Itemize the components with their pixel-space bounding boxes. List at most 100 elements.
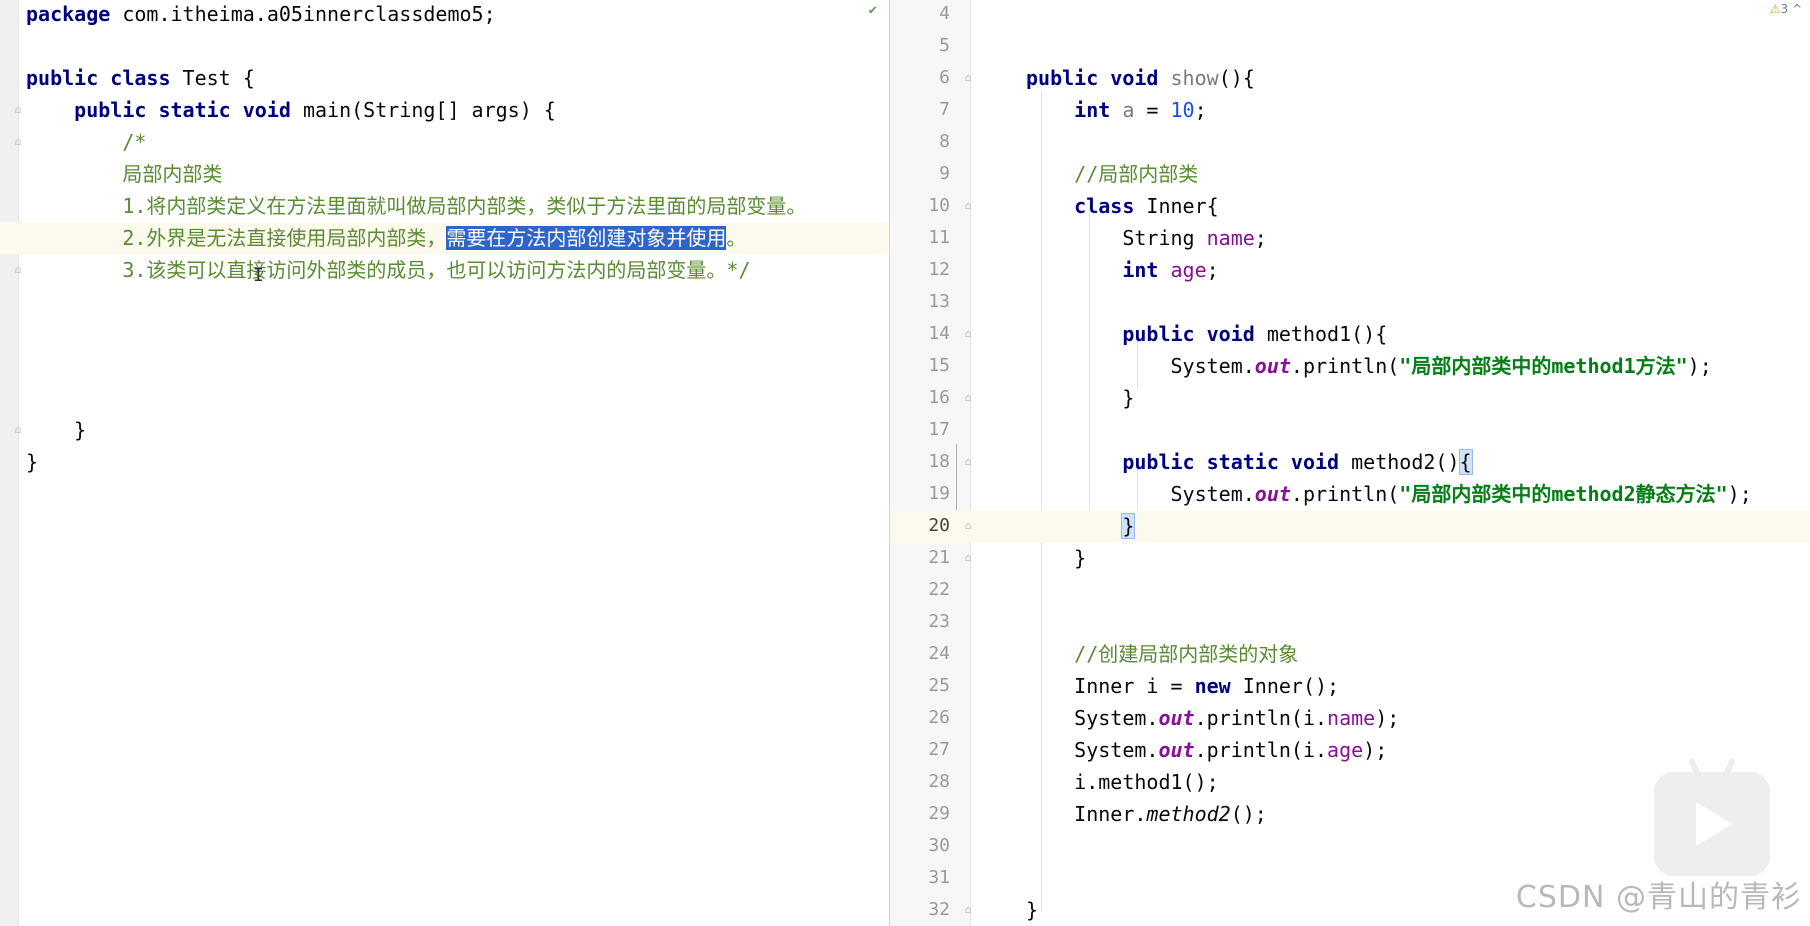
code-token: method2 [1146, 802, 1231, 826]
code-line[interactable]: 24 //创建局部内部类的对象 [890, 638, 1810, 670]
code-line[interactable]: } ⌂ [0, 414, 889, 446]
code-line[interactable]: 12 int age; [890, 254, 1810, 286]
code-token: public [1026, 66, 1099, 90]
line-number: 17 [928, 419, 950, 440]
code-token: Inner{ [1134, 194, 1219, 218]
code-line[interactable]: 10 ⌂ class Inner{ [890, 190, 1810, 222]
line-number: 5 [939, 35, 950, 56]
code-line[interactable] [0, 382, 889, 414]
code-line[interactable]: 19 System.out.println("局部内部类中的method2静态方… [890, 478, 1810, 510]
code-line[interactable]: package com.itheima.a05innerclassdemo5; [0, 0, 889, 30]
line-number: 28 [928, 771, 950, 792]
code-token: String [1026, 226, 1207, 250]
code-token: */ [726, 258, 751, 282]
code-line[interactable]: } [0, 446, 889, 478]
code-text: } [1026, 542, 1086, 574]
code-line[interactable]: 1.将内部类定义在方法里面就叫做局部内部类，类似于方法里面的局部变量。 [0, 190, 889, 222]
warning-icon: ⚠ [1769, 2, 1781, 16]
code-line[interactable]: 7 int a = 10; [890, 94, 1810, 126]
code-line[interactable]: 2.外界是无法直接使用局部内部类，需要在方法内部创建对象并使用。 [0, 222, 889, 254]
code-line[interactable]: 局部内部类 [0, 158, 889, 190]
code-token: } [26, 450, 39, 474]
line-number: 25 [928, 675, 950, 696]
code-text: public void method1(){ [1026, 318, 1387, 350]
code-line[interactable]: 4 [890, 0, 1810, 30]
code-line[interactable]: 8 [890, 126, 1810, 158]
fold-marker-icon[interactable]: ⌂ [962, 318, 974, 350]
code-line[interactable]: 27 System.out.println(i.age); [890, 734, 1810, 766]
fold-marker-icon[interactable]: ⌂ [12, 264, 24, 276]
code-token: /* [122, 130, 147, 154]
code-token: Inner(); [1230, 674, 1340, 698]
code-text: package com.itheima.a05innerclassdemo5; [26, 0, 496, 30]
code-token: System. [1026, 706, 1159, 730]
code-line[interactable]: public class Test { [0, 62, 889, 94]
line-number: 4 [939, 3, 950, 24]
code-token: out [1254, 354, 1291, 378]
code-line[interactable]: 16 ⌂ } [890, 382, 1810, 414]
code-token: 。 [726, 226, 747, 250]
code-token: static [158, 98, 231, 122]
fold-marker-icon[interactable]: ⌂ [962, 510, 974, 542]
code-token: // [1074, 162, 1099, 186]
code-token: name [1327, 706, 1376, 730]
code-line[interactable] [0, 318, 889, 350]
fold-marker-icon[interactable]: ⌂ [962, 382, 974, 414]
play-button[interactable] [1652, 757, 1772, 878]
line-number: 14 [928, 323, 950, 344]
chevron-up-icon[interactable]: ^ [1792, 2, 1802, 16]
code-token: new [1194, 674, 1231, 698]
code-line[interactable] [0, 286, 889, 318]
line-number: 10 [928, 195, 950, 216]
code-token: package [26, 2, 111, 26]
check-icon: ✔ [868, 2, 877, 18]
code-line[interactable]: 26 System.out.println(i.name); [890, 702, 1810, 734]
code-line[interactable]: 15 System.out.println("局部内部类中的method1方法"… [890, 350, 1810, 382]
code-line[interactable]: 18 ⌂ public static void method2(){ [890, 446, 1810, 478]
line-number: 11 [928, 227, 950, 248]
code-token: 2. [122, 226, 147, 250]
code-line[interactable]: /* ⌂ [0, 126, 889, 158]
code-text: class Inner{ [1026, 190, 1219, 222]
code-line[interactable]: 11 String name; [890, 222, 1810, 254]
code-line[interactable]: 25 Inner i = new Inner(); [890, 670, 1810, 702]
code-line[interactable] [0, 350, 889, 382]
fold-marker-icon[interactable]: ⌂ [12, 424, 24, 436]
code-line[interactable]: 9 //局部内部类 [890, 158, 1810, 190]
fold-marker-icon[interactable]: ⌂ [962, 446, 974, 478]
fold-marker-icon[interactable]: ⌂ [12, 104, 24, 116]
code-text: public static void main(String[] args) { [26, 94, 556, 126]
code-line[interactable]: 20 ⌂ } [890, 510, 1810, 542]
code-token: 局部内部类 [122, 162, 223, 186]
line-number: 7 [939, 99, 950, 120]
left-editor-pane[interactable]: package com.itheima.a05innerclassdemo5; p… [0, 0, 890, 926]
code-line[interactable]: 5 [890, 30, 1810, 62]
fold-marker-icon[interactable]: ⌂ [962, 62, 974, 94]
code-text: System.out.println(i.age); [1026, 734, 1387, 766]
code-line[interactable]: 3.该类可以直接访问外部类的成员，也可以访问方法内的局部变量。*/⌂ [0, 254, 889, 286]
code-token: method1(){ [1254, 322, 1388, 346]
code-text: public static void method2(){ [1026, 446, 1473, 478]
code-text: Inner.method2(); [1026, 798, 1267, 830]
code-line[interactable]: 22 [890, 574, 1810, 606]
warning-indicator[interactable]: ⚠3 ^ [1770, 2, 1802, 16]
code-line[interactable]: 6 ⌂ public void show(){ [890, 62, 1810, 94]
fold-marker-icon[interactable]: ⌂ [962, 190, 974, 222]
fold-marker-icon[interactable]: ⌂ [962, 542, 974, 574]
code-line[interactable]: public static void main(String[] args) {… [0, 94, 889, 126]
code-line[interactable]: 13 [890, 286, 1810, 318]
code-token: main(String[] args) { [290, 98, 556, 122]
code-line[interactable]: 17 [890, 414, 1810, 446]
code-line[interactable]: 23 [890, 606, 1810, 638]
fold-marker-icon[interactable]: ⌂ [962, 894, 974, 926]
code-line[interactable]: 21 ⌂ } [890, 542, 1810, 574]
code-line[interactable]: 14 ⌂ public void method1(){ [890, 318, 1810, 350]
code-line[interactable] [0, 30, 889, 62]
code-token: method2() [1339, 450, 1460, 474]
fold-marker-icon[interactable]: ⌂ [12, 136, 24, 148]
